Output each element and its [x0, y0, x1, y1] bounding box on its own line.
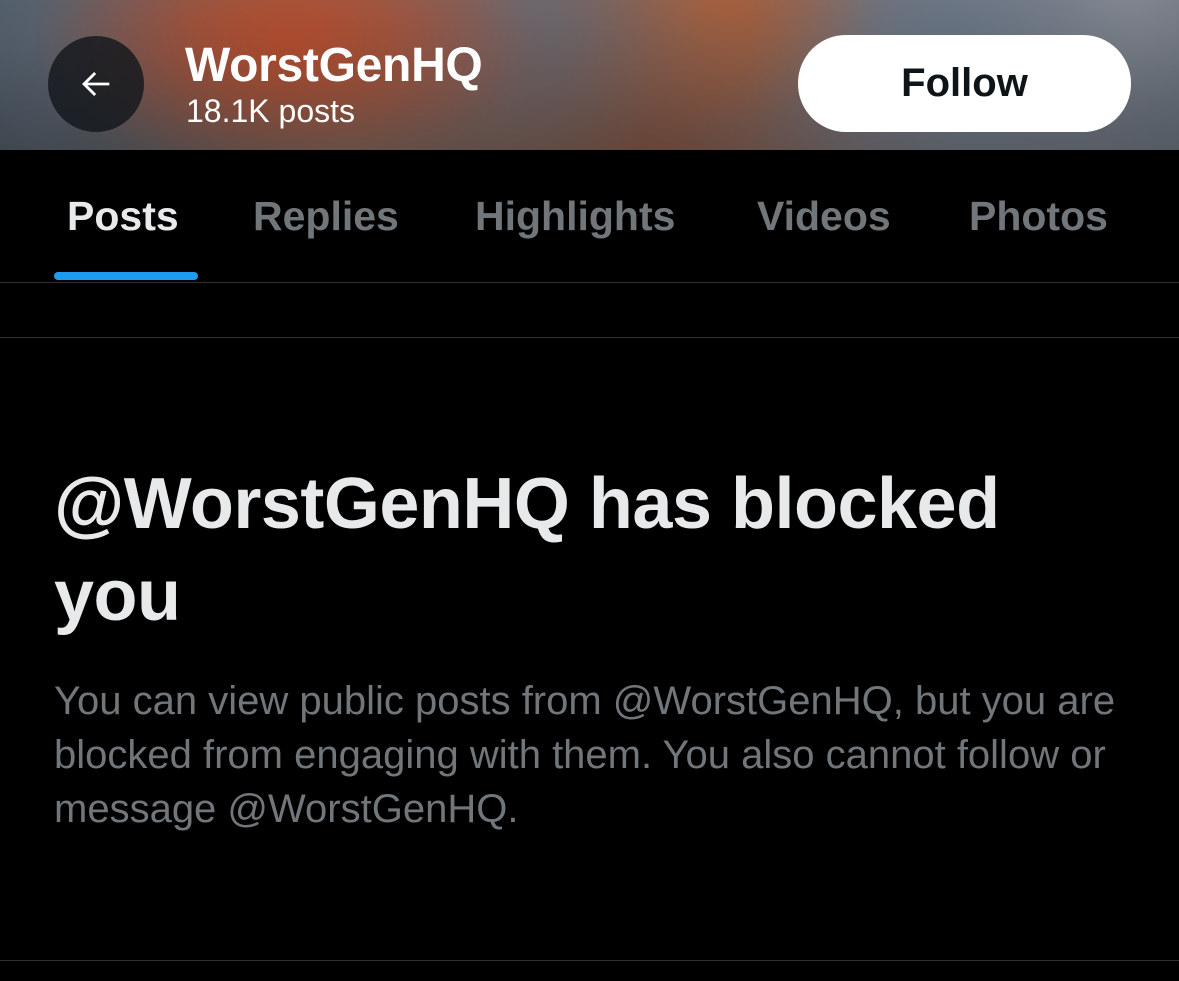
blocked-title: @WorstGenHQ has blocked you [54, 464, 1000, 636]
profile-tabs: Posts Replies Highlights Videos Photos [0, 150, 1179, 283]
blocked-description: You can view public posts from @WorstGen… [54, 679, 1116, 831]
follow-button[interactable]: Follow [798, 35, 1131, 132]
profile-name: WorstGenHQ [185, 39, 483, 92]
divider [0, 337, 1179, 338]
tab-replies[interactable]: Replies [253, 190, 399, 262]
divider [0, 960, 1179, 961]
back-button[interactable] [48, 36, 144, 132]
tab-photos[interactable]: Photos [969, 190, 1108, 262]
active-tab-indicator [54, 272, 198, 280]
tab-posts[interactable]: Posts [67, 190, 179, 262]
profile-header: WorstGenHQ 18.1K posts Follow [0, 0, 1179, 150]
tab-highlights[interactable]: Highlights [475, 190, 675, 262]
profile-page: WorstGenHQ 18.1K posts Follow Posts Repl… [0, 0, 1179, 981]
post-count: 18.1K posts [186, 93, 355, 129]
tab-videos[interactable]: Videos [757, 190, 891, 262]
arrow-left-icon [82, 72, 110, 96]
